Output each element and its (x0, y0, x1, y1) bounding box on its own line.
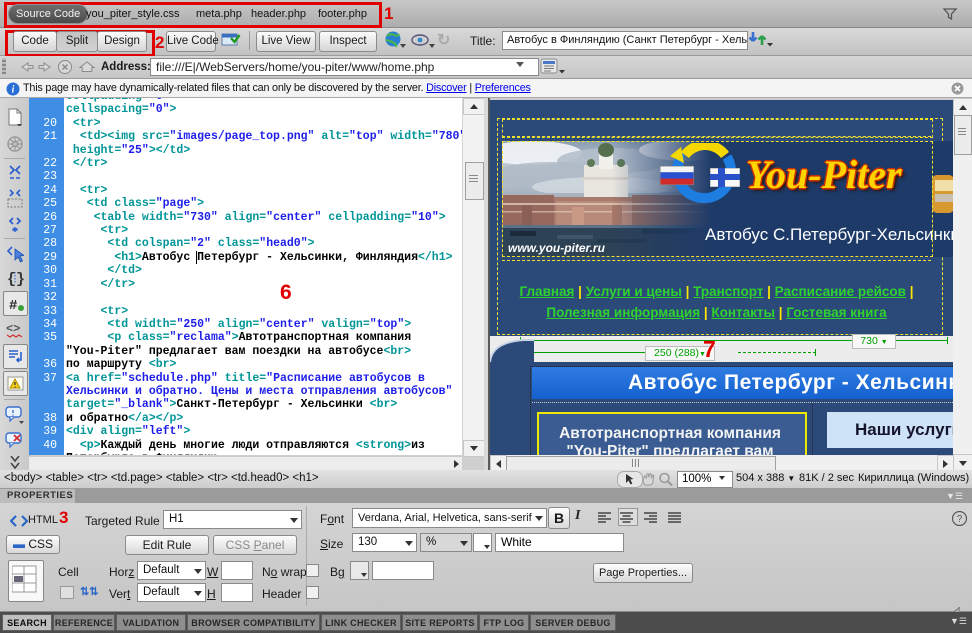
svg-text:#: # (9, 298, 17, 313)
svg-text:i: i (12, 85, 15, 96)
svg-text:<>: <> (6, 322, 20, 336)
svg-text:?: ? (957, 514, 963, 525)
